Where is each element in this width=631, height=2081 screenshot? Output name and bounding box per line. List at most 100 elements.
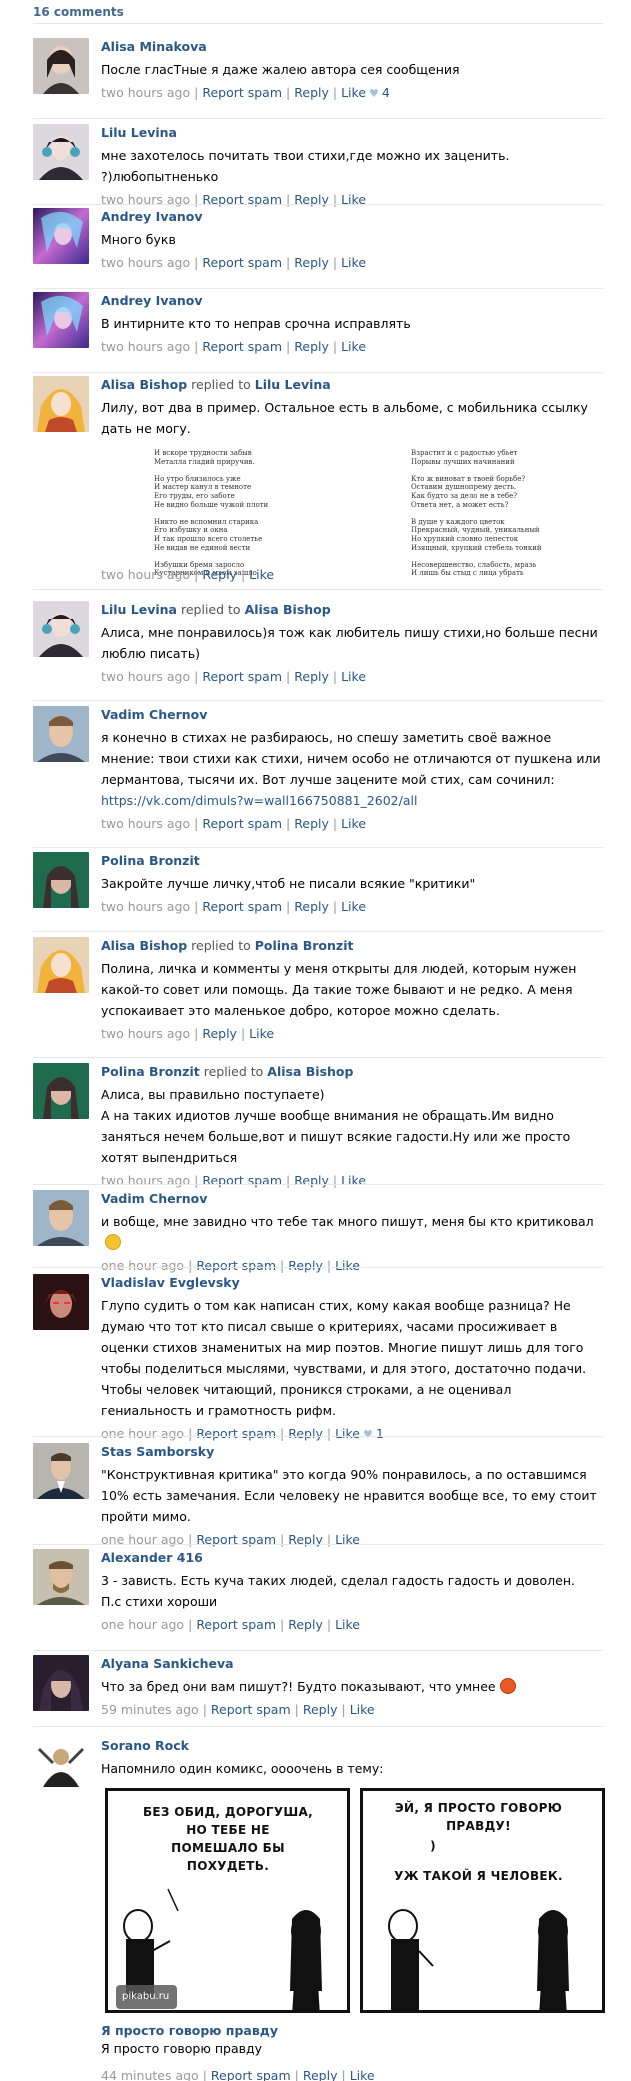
like-link[interactable]: Like [350,2068,375,2081]
comment-author[interactable]: Alisa Bishop [101,377,187,392]
report-spam-link[interactable]: Report spam [202,899,282,914]
poem-line: Изящный, хрупкий стебель тонкий [411,543,542,552]
report-spam-link[interactable]: Report spam [196,1426,276,1441]
reply-link[interactable]: Reply [294,1173,329,1188]
like-link[interactable]: Like [341,816,366,831]
avatar[interactable] [33,1190,89,1246]
comment-time[interactable]: two hours ago [101,1173,190,1188]
avatar[interactable] [33,706,89,762]
avatar[interactable] [33,376,89,432]
avatar[interactable] [33,1063,89,1119]
reply-link[interactable]: Reply [288,1617,323,1632]
comment-author[interactable]: Lilu Levina [101,125,177,140]
avatar[interactable] [33,601,89,657]
comment-time[interactable]: one hour ago [101,1426,184,1441]
like-link[interactable]: Like [341,669,366,684]
like-link[interactable]: Like [341,1173,366,1188]
comment-time[interactable]: two hours ago [101,255,190,270]
like-link[interactable]: Like [335,1426,360,1441]
comment-author[interactable]: Lilu Levina [101,602,177,617]
avatar[interactable] [33,937,89,993]
comments-count[interactable]: 16 comments [33,4,603,20]
comment-link[interactable]: https://vk.com/dimuls?w=wall166750881_26… [101,793,417,808]
comment-time[interactable]: 59 minutes ago [101,1702,199,1717]
avatar[interactable] [33,208,89,264]
comment-author[interactable]: Vadim Chernov [101,707,207,722]
comment-author[interactable]: Polina Bronzit [101,853,200,868]
like-link[interactable]: Like [335,1617,360,1632]
avatar[interactable] [33,1443,89,1499]
comment-author[interactable]: Sorano Rock [101,1738,189,1753]
comment-time[interactable]: two hours ago [101,669,190,684]
like-link[interactable]: Like [341,255,366,270]
avatar[interactable] [33,852,89,908]
comment-author[interactable]: Alisa Minakova [101,39,207,54]
report-spam-link[interactable]: Report spam [202,339,282,354]
comment-time[interactable]: two hours ago [101,567,190,582]
comment-author[interactable]: Vadim Chernov [101,1191,207,1206]
comment-author[interactable]: Alyana Sankicheva [101,1656,234,1671]
comment-time[interactable]: two hours ago [101,85,190,100]
report-spam-link[interactable]: Report spam [202,816,282,831]
reply-target[interactable]: Polina Bronzit [255,938,354,953]
report-spam-link[interactable]: Report spam [202,669,282,684]
comment-author[interactable]: Andrey Ivanov [101,293,203,308]
comment-time[interactable]: 44 minutes ago [101,2068,199,2081]
reply-link[interactable]: Reply [303,2068,338,2081]
comment-time[interactable]: two hours ago [101,899,190,914]
comment-meta: two hours ago | Report spam | Reply | Like [101,192,367,207]
report-spam-link[interactable]: Report spam [202,1173,282,1188]
reply-link[interactable]: Reply [294,899,329,914]
reply-target[interactable]: Lilu Levina [255,377,331,392]
reply-link[interactable]: Reply [303,1702,338,1717]
like-link[interactable]: Like [341,899,366,914]
report-spam-link[interactable]: Report spam [196,1258,276,1273]
comment-author[interactable]: Andrey Ivanov [101,209,203,224]
reply-target[interactable]: Alisa Bishop [267,1064,353,1079]
reply-link[interactable]: Reply [202,1026,237,1041]
poem-line: Но утро близилось уже [154,474,241,483]
reply-link[interactable]: Reply [288,1258,323,1273]
report-spam-link[interactable]: Report spam [202,85,282,100]
comment-time[interactable]: two hours ago [101,816,190,831]
avatar[interactable] [33,1549,89,1605]
like-link[interactable]: Like [249,567,274,582]
poem-image-right[interactable]: Взрастит и с радостью убьет Порывы лучших… [411,449,542,577]
reply-link[interactable]: Reply [294,816,329,831]
comment-time[interactable]: two hours ago [101,1026,190,1041]
report-spam-link[interactable]: Report spam [196,1617,276,1632]
avatar[interactable] [33,1737,89,1793]
comment-time[interactable]: one hour ago [101,1258,184,1273]
reply-target[interactable]: Alisa Bishop [245,602,331,617]
reply-link[interactable]: Reply [288,1426,323,1441]
like-link[interactable]: Like [335,1258,360,1273]
report-spam-link[interactable]: Report spam [211,2068,291,2081]
like-link[interactable]: Like [341,339,366,354]
avatar[interactable] [33,292,89,348]
report-spam-link[interactable]: Report spam [211,1702,291,1717]
poem-image-left[interactable]: И вскоре трудности забыв Металла гладий п… [154,449,274,577]
reply-link[interactable]: Reply [202,567,237,582]
reply-link[interactable]: Reply [294,85,329,100]
comment-time[interactable]: one hour ago [101,1617,184,1632]
comment-author[interactable]: Vladislav Evglevsky [101,1275,240,1290]
comic-image[interactable]: БЕЗ ОБИД, ДОРОГУША, НО ТЕБЕ НЕ ПОМЕШАЛО … [105,1788,631,2013]
like-link[interactable]: Like [350,1702,375,1717]
comment-author[interactable]: Polina Bronzit [101,1064,200,1079]
reply-link[interactable]: Reply [294,255,329,270]
avatar[interactable] [33,1655,89,1711]
comment-author[interactable]: Stas Samborsky [101,1444,214,1459]
comment-author[interactable]: Alexander 416 [101,1550,203,1565]
avatar[interactable] [33,1274,89,1330]
comic-caption-link[interactable]: Я просто говорю правду [101,2023,278,2038]
avatar[interactable] [33,124,89,180]
reply-link[interactable]: Reply [294,669,329,684]
separator [33,1436,603,1437]
like-link[interactable]: Like [249,1026,274,1041]
reply-link[interactable]: Reply [294,339,329,354]
comment-time[interactable]: two hours ago [101,339,190,354]
comment-author[interactable]: Alisa Bishop [101,938,187,953]
report-spam-link[interactable]: Report spam [202,255,282,270]
like-link[interactable]: Like [341,85,366,100]
avatar[interactable] [33,38,89,94]
